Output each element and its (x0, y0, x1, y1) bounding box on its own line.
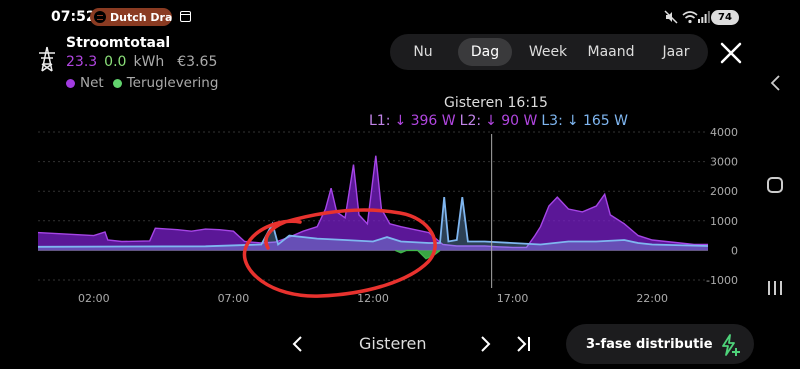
previous-period-icon[interactable] (291, 334, 305, 354)
mute-icon (664, 10, 678, 24)
return-total: 0.0 (104, 54, 127, 70)
tooltip-time: Gisteren 16:15 (444, 95, 548, 111)
status-time: 07:52 (51, 9, 96, 25)
media-notification[interactable]: Dutch Drag (90, 8, 172, 26)
x-tick-label: 02:00 (78, 292, 110, 305)
x-tick-label: 12:00 (357, 292, 389, 305)
signal-icon (698, 11, 710, 23)
x-tick-label: 07:00 (218, 292, 250, 305)
period-tabs: Nu Dag Week Maand Jaar (390, 34, 708, 70)
tab-dag[interactable]: Dag (458, 38, 512, 66)
totals-row: 23.3 0.0 kWh €3.65 (66, 54, 217, 70)
battery-indicator: 74 (711, 10, 739, 25)
tab-jaar[interactable]: Jaar (646, 38, 706, 66)
recents-nav-icon[interactable] (768, 281, 782, 297)
last-period-icon[interactable] (514, 334, 532, 354)
next-period-icon[interactable] (478, 334, 492, 354)
back-nav-icon[interactable] (769, 74, 783, 92)
lightning-plus-icon (722, 334, 740, 356)
legend-net-label: Net (80, 75, 104, 91)
legend-net-dot (66, 78, 75, 88)
home-nav-icon[interactable] (767, 177, 783, 193)
phase-distribution-label: 3-fase distributie (586, 336, 713, 352)
wifi-icon (682, 11, 698, 24)
period-label: Gisteren (359, 334, 427, 353)
unit-label: kWh (133, 54, 165, 70)
legend-return-label: Teruglevering (126, 75, 219, 91)
tab-week[interactable]: Week (516, 38, 580, 66)
calendar-icon (180, 11, 191, 22)
y-tick-label: 0 (731, 244, 738, 257)
legend-return-dot (112, 78, 122, 88)
power-chart[interactable]: 4000 3000 2000 1000 0 -1000 02:00 07:00 12:00 17… (0, 120, 760, 320)
tab-maand[interactable]: Maand (580, 38, 642, 66)
media-notification-text: Dutch Drag (110, 10, 172, 24)
y-tick-label: 3000 (710, 156, 738, 169)
x-tick-label: 17:00 (497, 292, 529, 305)
x-tick-label: 22:00 (636, 292, 668, 305)
phase-distribution-button[interactable]: 3-fase distributie (566, 324, 754, 364)
spotify-icon (94, 11, 106, 23)
page-title: Stroomtotaal (66, 35, 171, 51)
power-pylon-icon (39, 46, 55, 72)
tab-nu[interactable]: Nu (392, 38, 454, 66)
y-tick-label: -1000 (706, 274, 738, 287)
y-tick-label: 1000 (710, 215, 738, 228)
chart-legend: Net Teruglevering (66, 75, 218, 91)
cost-total: €3.65 (177, 54, 218, 70)
y-tick-label: 2000 (710, 185, 738, 198)
close-icon[interactable] (718, 40, 744, 66)
status-bar: 07:52 Dutch Drag 74 (0, 0, 800, 34)
y-tick-label: 4000 (710, 126, 738, 139)
net-total: 23.3 (66, 54, 98, 70)
